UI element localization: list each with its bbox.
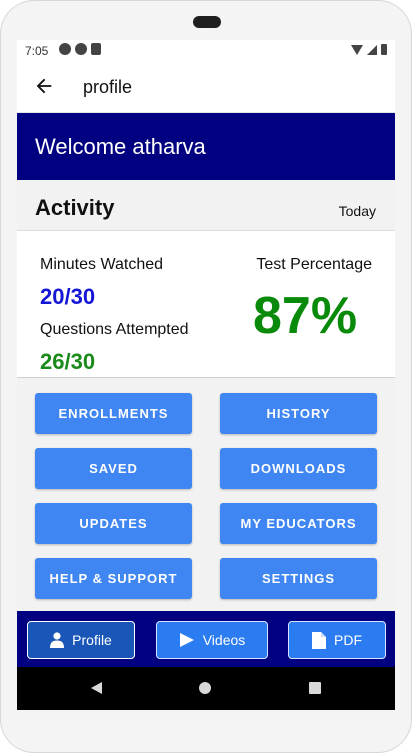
back-arrow-icon[interactable] (33, 75, 55, 97)
nav-recent-apps-icon[interactable] (309, 682, 321, 694)
test-percentage-label: Test Percentage (256, 256, 372, 273)
activity-stats-card: Minutes Watched 20/30 Questions Attempte… (17, 230, 395, 378)
updates-button[interactable]: UPDATES (35, 503, 192, 544)
menu-buttons-grid: ENROLLMENTS HISTORY SAVED DOWNLOADS UPDA… (17, 377, 395, 610)
app-screen: 7:05 profile Welcome atharva Activity To… (17, 40, 395, 710)
minutes-watched-value: 20/30 (40, 284, 96, 309)
questions-attempted-label: Questions Attempted (40, 321, 189, 338)
nav-back-icon[interactable] (91, 682, 102, 694)
my-educators-button[interactable]: MY EDUCATORS (220, 503, 377, 544)
system-status-icons (351, 44, 387, 55)
welcome-text: Welcome atharva (35, 134, 206, 159)
play-icon (179, 633, 194, 647)
tab-profile-label: Profile (72, 632, 112, 648)
minutes-watched-label: Minutes Watched (40, 256, 164, 273)
tab-pdf[interactable]: PDF (288, 621, 386, 659)
activity-title: Activity (35, 195, 115, 220)
phone-speaker (193, 16, 221, 28)
questions-attempted-value: 26/30 (40, 349, 96, 374)
downloads-button[interactable]: DOWNLOADS (220, 448, 377, 489)
system-navigation-bar (17, 667, 395, 710)
app-notification-icon (75, 43, 87, 55)
app-notification-icon (59, 43, 71, 55)
status-bar: 7:05 (17, 40, 395, 62)
tab-profile[interactable]: Profile (27, 621, 135, 659)
saved-button[interactable]: SAVED (35, 448, 192, 489)
tab-videos-label: Videos (202, 632, 246, 648)
help-support-button[interactable]: HELP & SUPPORT (35, 558, 192, 599)
sd-card-icon (91, 43, 101, 55)
tab-videos[interactable]: Videos (156, 621, 268, 659)
welcome-banner: Welcome atharva (17, 113, 395, 180)
phone-frame: 7:05 profile Welcome atharva Activity To… (0, 0, 412, 753)
document-icon (312, 631, 326, 649)
signal-icon (367, 44, 377, 55)
app-bar: profile (17, 62, 395, 113)
wifi-icon (351, 44, 363, 55)
status-time: 7:05 (25, 44, 49, 58)
nav-home-icon[interactable] (199, 682, 211, 694)
history-button[interactable]: HISTORY (220, 393, 377, 434)
enrollments-button[interactable]: ENROLLMENTS (35, 393, 192, 434)
test-percentage-value: 87% (253, 287, 358, 345)
bottom-navigation: Profile Videos PDF (17, 611, 395, 667)
settings-button[interactable]: SETTINGS (220, 558, 377, 599)
battery-icon (381, 44, 387, 55)
person-icon (50, 632, 65, 648)
page-title: profile (83, 77, 133, 97)
activity-period: Today (338, 203, 376, 219)
notification-icons (59, 43, 101, 55)
activity-header: Activity Today (17, 180, 395, 228)
tab-pdf-label: PDF (334, 632, 362, 648)
